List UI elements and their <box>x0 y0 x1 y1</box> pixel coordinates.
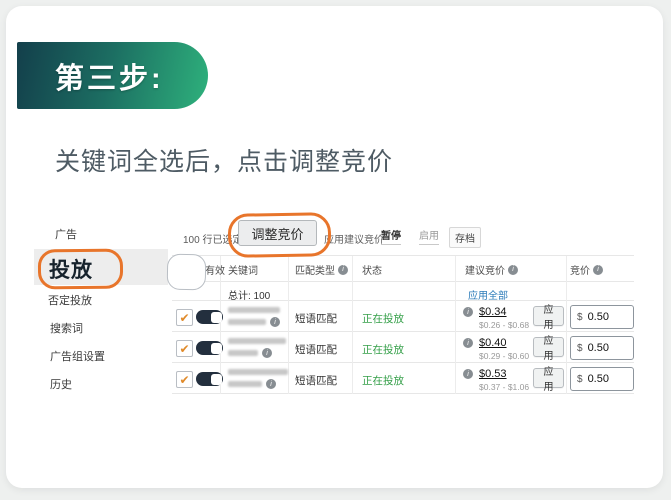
check-icon: ✔ <box>179 264 191 278</box>
column-header-bid: 竞价 i <box>570 262 603 277</box>
info-icon[interactable]: i <box>262 348 272 358</box>
bid-input[interactable] <box>588 311 624 323</box>
info-icon[interactable]: i <box>270 317 280 327</box>
info-icon[interactable]: i <box>463 307 473 317</box>
column-header-suggested-bid: 建议竞价 i <box>465 262 518 277</box>
info-icon[interactable]: i <box>338 265 348 275</box>
suggested-bid-value: $0.40 <box>479 337 507 349</box>
redacted-text <box>228 381 262 387</box>
suggested-bid-cell: i $0.40 $0.29 - $0.60 <box>463 337 529 361</box>
sidebar-item-ads[interactable]: 广告 <box>55 226 77 242</box>
row-checkbox[interactable]: ✔ <box>176 371 193 388</box>
select-all-checkbox[interactable]: ✔ <box>175 261 194 280</box>
total-count: 总计: 100 <box>228 287 270 302</box>
apply-suggested-bid-button[interactable]: 应用建议竞价 <box>324 231 384 246</box>
apply-button[interactable]: 应用 <box>533 337 564 357</box>
bid-input-group: $ <box>570 367 634 391</box>
suggested-bid-value: $0.53 <box>479 368 507 380</box>
bid-range: $0.29 - $0.60 <box>479 351 529 361</box>
adjust-bid-button[interactable]: 调整竞价 <box>238 220 317 246</box>
table-row: ✔ i 短语匹配 正在投放 i $0.34 $0.26 - $0.68 应用 $ <box>172 301 634 332</box>
active-toggle[interactable] <box>196 341 223 355</box>
keyword-redacted: i <box>228 307 280 327</box>
suggested-bid-value: $0.34 <box>479 306 507 318</box>
table-border <box>172 255 634 256</box>
selection-count: 100 行已选定 <box>183 231 242 246</box>
status-badge: 正在投放 <box>362 342 404 357</box>
suggested-bid-cell: i $0.53 $0.37 - $1.06 <box>463 368 529 392</box>
bid-range: $0.37 - $1.06 <box>479 382 529 392</box>
keyword-redacted: i <box>228 338 286 358</box>
keyword-redacted: i <box>228 369 288 389</box>
table-row: ✔ i 短语匹配 正在投放 i $0.40 $0.29 - $0.60 应用 $ <box>172 332 634 363</box>
active-toggle[interactable] <box>196 310 223 324</box>
apply-all-link[interactable]: 应用全部 <box>468 287 508 302</box>
step-ribbon: 第三步: <box>17 42 208 109</box>
column-header-label: 建议竞价 <box>465 262 505 277</box>
status-badge: 正在投放 <box>362 311 404 326</box>
column-header-match-type: 匹配类型 i <box>295 262 348 277</box>
check-icon: ✔ <box>179 374 189 386</box>
match-type: 短语匹配 <box>295 373 337 388</box>
bid-input[interactable] <box>588 373 624 385</box>
archive-button[interactable]: 存档 <box>449 227 481 248</box>
bid-input-group: $ <box>570 305 634 329</box>
table-row: ✔ i 短语匹配 正在投放 i $0.53 $0.37 - $1.06 应用 $ <box>172 363 634 394</box>
redacted-text <box>228 369 288 375</box>
column-header-active: 有效 <box>205 262 225 277</box>
step-label: 第三步: <box>17 55 164 97</box>
match-type: 短语匹配 <box>295 342 337 357</box>
column-header-label: 竞价 <box>570 262 590 277</box>
match-type: 短语匹配 <box>295 311 337 326</box>
check-icon: ✔ <box>179 312 189 324</box>
sidebar-item-negative-targeting[interactable]: 否定投放 <box>48 292 92 308</box>
enable-button[interactable]: 启用 <box>419 227 439 245</box>
info-icon[interactable]: i <box>266 379 276 389</box>
redacted-text <box>228 319 266 325</box>
currency-symbol: $ <box>571 312 588 323</box>
column-header-keyword: 关键词 <box>228 262 258 277</box>
redacted-text <box>228 338 286 344</box>
bid-range: $0.26 - $0.68 <box>479 320 529 330</box>
row-checkbox[interactable]: ✔ <box>176 340 193 357</box>
redacted-text <box>228 307 280 313</box>
bid-input-group: $ <box>570 336 634 360</box>
sidebar-item-search-terms[interactable]: 搜索词 <box>50 320 83 336</box>
redacted-text <box>228 350 258 356</box>
table-border <box>172 281 634 282</box>
status-badge: 正在投放 <box>362 373 404 388</box>
row-checkbox[interactable]: ✔ <box>176 309 193 326</box>
apply-button[interactable]: 应用 <box>533 368 564 388</box>
column-header-label: 匹配类型 <box>295 262 335 277</box>
sidebar-item-history[interactable]: 历史 <box>50 376 72 392</box>
apply-button[interactable]: 应用 <box>533 306 564 326</box>
active-toggle[interactable] <box>196 372 223 386</box>
currency-symbol: $ <box>571 343 588 354</box>
sidebar-item-targeting[interactable]: 投放 <box>49 254 93 284</box>
info-icon[interactable]: i <box>508 265 518 275</box>
bid-input[interactable] <box>588 342 624 354</box>
tutorial-slide: 第三步: 关键词全选后，点击调整竞价 广告 投放 否定投放 搜索词 广告组设置 … <box>0 0 671 500</box>
info-icon[interactable]: i <box>463 369 473 379</box>
instruction-text: 关键词全选后，点击调整竞价 <box>55 142 393 178</box>
check-icon: ✔ <box>179 343 189 355</box>
column-header-status: 状态 <box>362 262 382 277</box>
info-icon[interactable]: i <box>593 265 603 275</box>
sidebar-item-ad-group-settings[interactable]: 广告组设置 <box>50 348 105 364</box>
currency-symbol: $ <box>571 374 588 385</box>
pause-button[interactable]: 暂停 <box>381 227 401 245</box>
info-icon[interactable]: i <box>463 338 473 348</box>
suggested-bid-cell: i $0.34 $0.26 - $0.68 <box>463 306 529 330</box>
